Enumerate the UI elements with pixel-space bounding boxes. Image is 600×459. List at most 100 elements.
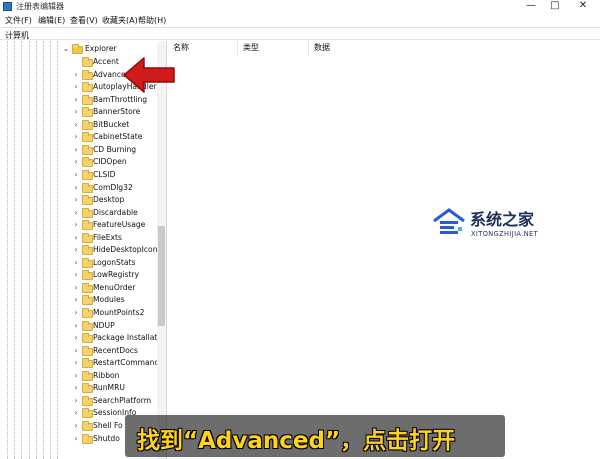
tree-item[interactable]: › BannerStore bbox=[0, 107, 160, 120]
tree-item[interactable]: › Package Installatio bbox=[0, 333, 164, 346]
menu-bar: 文件(F) 编辑(E) 查看(V) 收藏夹(A) 帮助(H) bbox=[0, 13, 600, 26]
tree-item[interactable]: › LowRegistry bbox=[0, 270, 160, 283]
chevron-right-icon[interactable]: › bbox=[72, 145, 80, 155]
chevron-right-icon[interactable]: › bbox=[72, 434, 80, 444]
chevron-right-icon[interactable]: › bbox=[72, 383, 80, 393]
tree-item[interactable]: › LogonStats bbox=[0, 257, 160, 271]
chevron-right-icon[interactable]: › bbox=[72, 82, 80, 92]
folder-icon bbox=[82, 333, 93, 344]
menu-help[interactable]: 帮助(H) bbox=[138, 15, 166, 26]
chevron-right-icon[interactable]: › bbox=[72, 258, 80, 268]
tree-item[interactable]: › FeatureUsage bbox=[0, 220, 160, 233]
tree-item[interactable]: › FileExts bbox=[0, 232, 160, 246]
folder-icon bbox=[82, 169, 93, 180]
house-logo-icon bbox=[433, 208, 465, 234]
chevron-right-icon[interactable]: › bbox=[72, 308, 80, 318]
folder-icon bbox=[82, 295, 93, 306]
chevron-right-icon[interactable]: › bbox=[72, 358, 80, 368]
tree-item[interactable]: › BitBucket bbox=[0, 119, 160, 133]
menu-edit[interactable]: 编辑(E) bbox=[38, 15, 65, 26]
tree-item-label: NDUP bbox=[93, 320, 115, 330]
instruction-caption: 找到“Advanced”，点击打开 bbox=[125, 415, 505, 457]
tree-item-label: RunMRU bbox=[93, 383, 125, 393]
folder-icon bbox=[82, 220, 93, 231]
chevron-right-icon[interactable]: › bbox=[72, 220, 80, 230]
tree-item[interactable]: › Ribbon bbox=[0, 370, 160, 384]
folder-icon bbox=[82, 270, 93, 281]
folder-icon bbox=[82, 69, 93, 80]
folder-icon bbox=[82, 320, 93, 331]
tree-item-label: RecentDocs bbox=[93, 345, 138, 355]
tree-item[interactable]: › CabinetState bbox=[0, 132, 160, 145]
tree-item[interactable]: › RunMRU bbox=[0, 383, 160, 396]
window-title: 注册表编辑器 bbox=[16, 2, 64, 11]
menu-favorites[interactable]: 收藏夹(A) bbox=[102, 15, 138, 26]
watermark-title: 系统之家 bbox=[470, 210, 535, 229]
chevron-right-icon[interactable]: › bbox=[72, 233, 80, 243]
chevron-right-icon[interactable]: › bbox=[72, 371, 80, 381]
chevron-right-icon[interactable]: › bbox=[72, 157, 80, 167]
maximize-button[interactable]: □ bbox=[540, 0, 570, 13]
chevron-right-icon[interactable]: › bbox=[72, 70, 80, 80]
close-button[interactable]: ✕ bbox=[568, 0, 598, 13]
chevron-right-icon[interactable]: › bbox=[72, 321, 80, 331]
tree-item[interactable]: › RecentDocs bbox=[0, 345, 160, 359]
chevron-right-icon[interactable]: › bbox=[72, 283, 80, 293]
chevron-right-icon[interactable]: › bbox=[72, 170, 80, 180]
values-pane[interactable]: 名称 类型 数据 bbox=[168, 41, 600, 459]
tree-item-label: BannerStore bbox=[93, 107, 141, 117]
chevron-right-icon[interactable]: › bbox=[72, 346, 80, 356]
tree-item-label: MenuOrder bbox=[93, 282, 136, 292]
tree-scrollbar[interactable] bbox=[157, 41, 166, 459]
tree-item-label: BitBucket bbox=[93, 119, 130, 129]
chevron-right-icon[interactable]: › bbox=[72, 270, 80, 280]
folder-icon bbox=[82, 132, 93, 143]
tree-item[interactable]: › MenuOrder bbox=[0, 282, 160, 296]
tree-item-label: FeatureUsage bbox=[93, 220, 146, 230]
tree-pane[interactable]: ⌄ Explorer Accent › Advanced › AutoplayHandl… bbox=[0, 41, 167, 459]
chevron-right-icon[interactable]: › bbox=[72, 95, 80, 105]
tree-item[interactable]: › ComDlg32 bbox=[0, 182, 160, 196]
chevron-right-icon[interactable]: › bbox=[72, 408, 80, 418]
watermark-subtitle: XITONGZHIJIA.NET bbox=[471, 230, 539, 238]
chevron-right-icon[interactable]: › bbox=[72, 183, 80, 193]
tree-item[interactable]: › Discardable bbox=[0, 207, 160, 221]
folder-icon bbox=[82, 395, 93, 406]
tree-item[interactable]: › RestartCommands bbox=[0, 358, 164, 371]
tree-item[interactable]: › CD Burning bbox=[0, 144, 160, 158]
chevron-right-icon[interactable]: › bbox=[72, 132, 80, 142]
column-header-type[interactable]: 类型 bbox=[238, 41, 309, 55]
chevron-right-icon[interactable]: › bbox=[72, 195, 80, 205]
tree-item-label: Desktop bbox=[93, 195, 125, 205]
tree-item[interactable]: › CIDOpen bbox=[0, 157, 160, 170]
chevron-down-icon[interactable]: ⌄ bbox=[62, 44, 70, 54]
chevron-right-icon[interactable]: › bbox=[72, 295, 80, 305]
column-header-data[interactable]: 数据 bbox=[309, 41, 449, 55]
tree-item-label: SearchPlatform bbox=[93, 395, 152, 405]
chevron-right-icon[interactable]: › bbox=[72, 208, 80, 218]
chevron-right-icon[interactable]: › bbox=[72, 107, 80, 117]
address-bar[interactable]: 计算机 bbox=[0, 27, 600, 40]
menu-view[interactable]: 查看(V) bbox=[70, 15, 98, 26]
chevron-right-icon[interactable]: › bbox=[72, 245, 80, 255]
menu-file[interactable]: 文件(F) bbox=[5, 15, 32, 26]
folder-icon bbox=[82, 345, 93, 356]
tree-item[interactable]: › SearchPlatform bbox=[0, 395, 160, 409]
tree-item[interactable]: › NDUP bbox=[0, 320, 160, 334]
tree-item-label: Modules bbox=[93, 295, 125, 305]
tree-item-label: RestartCommands bbox=[93, 358, 164, 368]
tree-item[interactable]: › HideDesktopIcons bbox=[0, 245, 161, 258]
tree-item[interactable]: › Desktop bbox=[0, 195, 160, 208]
tree-item-label: MountPoints2 bbox=[93, 308, 145, 317]
chevron-right-icon[interactable]: › bbox=[72, 421, 80, 431]
scrollbar-thumb[interactable] bbox=[158, 226, 165, 326]
tree-item[interactable]: › MountPoints2 bbox=[0, 308, 160, 321]
tree-item[interactable]: › CLSID bbox=[0, 169, 160, 183]
tree-item[interactable]: › Modules bbox=[0, 295, 160, 308]
chevron-right-icon[interactable]: › bbox=[72, 333, 80, 343]
folder-icon bbox=[82, 119, 93, 130]
folder-icon bbox=[82, 195, 93, 206]
chevron-right-icon[interactable]: › bbox=[72, 120, 80, 130]
chevron-right-icon[interactable]: › bbox=[72, 396, 80, 406]
folder-open-icon bbox=[72, 44, 83, 54]
